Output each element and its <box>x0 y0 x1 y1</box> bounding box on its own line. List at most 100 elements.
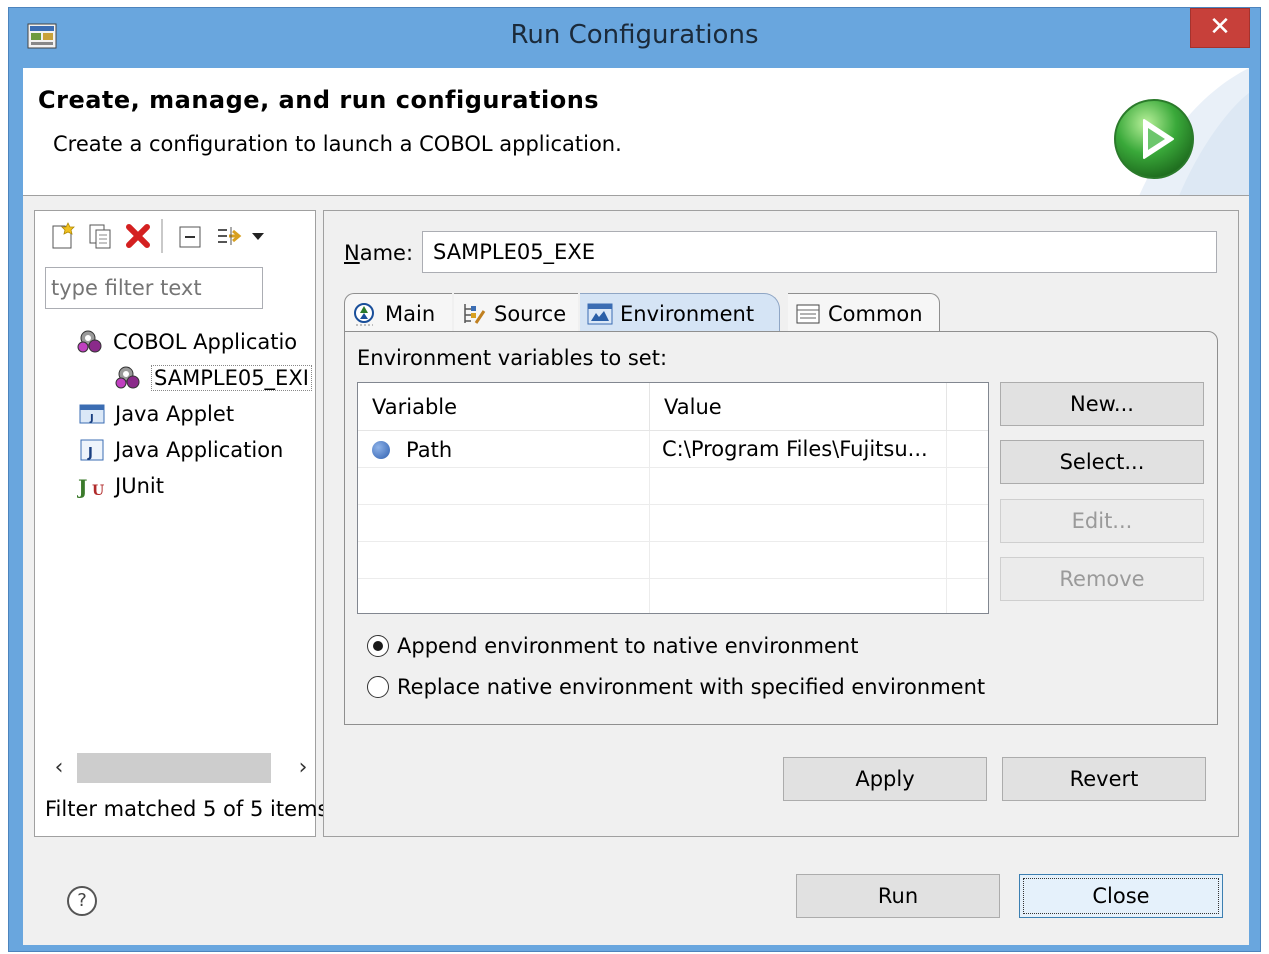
name-label-rest: ame: <box>359 241 414 265</box>
config-toolbar <box>43 215 313 255</box>
title-bar[interactable]: Run Configurations ✕ <box>9 8 1260 68</box>
column-header-variable[interactable]: Variable <box>358 383 650 431</box>
scroll-thumb[interactable] <box>77 753 271 783</box>
tab-strip: Main Source Environment Common <box>344 291 1218 333</box>
append-environment-radio[interactable]: Append environment to native environment <box>367 634 858 658</box>
tab-label: Source <box>494 301 567 326</box>
svg-text:J: J <box>89 413 94 424</box>
edit-variable-button[interactable]: Edit... <box>1000 499 1204 543</box>
tree-item-cobol-application[interactable]: COBOL Applicatio <box>75 325 297 359</box>
banner-description: Create a configuration to launch a COBOL… <box>53 132 622 156</box>
new-launch-config-icon[interactable] <box>47 221 77 251</box>
filter-configs-icon[interactable] <box>215 221 245 251</box>
table-cell-filler <box>947 431 988 468</box>
config-tab-folder: Main Source Environment Common Environme… <box>344 291 1218 725</box>
focus-ring <box>1023 878 1219 914</box>
main-tab-icon <box>354 302 374 325</box>
tab-main[interactable]: Main <box>344 293 452 333</box>
svg-text:J: J <box>87 446 93 461</box>
tab-source[interactable]: Source <box>454 293 578 333</box>
toolbar-separator <box>161 219 163 253</box>
table-cell-empty <box>947 542 988 579</box>
java-application-icon: J <box>80 439 104 461</box>
tree-horizontal-scrollbar[interactable]: ‹ › <box>43 751 313 787</box>
scroll-right-arrow-icon[interactable]: › <box>287 751 319 787</box>
table-cell-empty <box>650 505 947 542</box>
tree-item-label: Java Applet <box>115 402 235 426</box>
tree-item-label: JUnit <box>115 474 164 498</box>
dialog-header-banner: Create, manage, and run configurations C… <box>23 68 1249 196</box>
variable-name: Path <box>406 437 453 462</box>
environment-tab-content: Environment variables to set: Variable V… <box>344 331 1218 725</box>
table-cell-empty <box>358 468 650 505</box>
run-configurations-window: Run Configurations ✕ Create, manage, and… <box>8 7 1261 952</box>
window-title: Run Configurations <box>510 20 759 50</box>
radio-button-checked[interactable] <box>367 635 389 657</box>
tab-label: Main <box>385 301 436 326</box>
junit-icon: J U <box>77 475 104 499</box>
column-header-value[interactable]: Value <box>650 383 947 431</box>
table-cell-empty <box>947 468 988 505</box>
dialog-client-area: Create, manage, and run configurations C… <box>23 68 1249 945</box>
run-button[interactable]: Run <box>796 874 1000 918</box>
environment-tab-icon <box>587 303 613 324</box>
tree-item-label: SAMPLE05_EXI <box>151 365 312 391</box>
cobol-config-icon <box>115 366 140 389</box>
configuration-editor-panel: Name: Main <box>323 210 1239 837</box>
tree-item-label: Java Application <box>115 438 284 462</box>
variable-bullet-icon <box>372 440 390 459</box>
svg-text:U: U <box>92 483 104 499</box>
table-row-empty <box>358 579 988 613</box>
table-row-empty <box>358 542 988 579</box>
filter-status-text: Filter matched 5 of 5 items <box>45 797 329 821</box>
env-vars-table[interactable]: Variable Value Path C:\Program Files\Fuj… <box>357 382 989 614</box>
common-tab-icon <box>796 304 820 323</box>
remove-variable-button[interactable]: Remove <box>1000 557 1204 601</box>
table-row-empty <box>358 505 988 542</box>
configuration-list-panel: COBOL Applicatio SAMPLE05_EXI J <box>34 210 328 837</box>
tab-environment[interactable]: Environment <box>580 293 780 333</box>
close-button[interactable]: Close <box>1019 874 1223 918</box>
tree-item-java-application[interactable]: J Java Application <box>77 433 283 467</box>
tree-item-sample05-exe[interactable]: SAMPLE05_EXI <box>113 361 312 395</box>
duplicate-config-icon[interactable] <box>85 221 115 251</box>
table-cell-empty <box>947 579 988 613</box>
table-cell-value: C:\Program Files\Fujitsu... <box>650 431 947 468</box>
table-row[interactable]: Path C:\Program Files\Fujitsu... <box>358 431 988 468</box>
svg-text:J: J <box>77 475 87 499</box>
banner-title: Create, manage, and run configurations <box>38 86 600 114</box>
table-cell-empty <box>947 505 988 542</box>
table-cell-empty <box>358 505 650 542</box>
tab-label: Common <box>828 301 923 326</box>
filter-input[interactable] <box>45 267 263 309</box>
table-cell-empty <box>650 542 947 579</box>
cobol-app-icon <box>77 330 102 353</box>
radio-button-unchecked[interactable] <box>367 676 389 698</box>
new-variable-button[interactable]: New... <box>1000 382 1204 426</box>
table-cell-empty <box>650 468 947 505</box>
column-header-filler <box>947 383 988 431</box>
config-name-field[interactable] <box>422 231 1217 273</box>
window-close-button[interactable]: ✕ <box>1190 8 1250 48</box>
tree-item-junit[interactable]: J U JUnit <box>77 469 164 503</box>
view-menu-chevron-icon[interactable] <box>249 221 267 251</box>
run-badge-icon <box>1114 99 1194 179</box>
collapse-all-icon[interactable] <box>175 221 205 251</box>
table-cell-empty <box>650 579 947 613</box>
scroll-left-arrow-icon[interactable]: ‹ <box>43 751 75 787</box>
tab-label: Environment <box>620 301 755 326</box>
replace-environment-radio[interactable]: Replace native environment with specifie… <box>367 675 985 699</box>
radio-label: Replace native environment with specifie… <box>397 675 986 699</box>
configuration-tree: COBOL Applicatio SAMPLE05_EXI J Java App… <box>35 319 315 759</box>
delete-config-icon[interactable] <box>123 221 153 251</box>
tree-item-java-applet[interactable]: J Java Applet <box>77 397 234 431</box>
help-icon[interactable]: ? <box>67 886 97 916</box>
table-cell-empty <box>358 579 650 613</box>
env-vars-label: Environment variables to set: <box>357 346 668 370</box>
apply-button[interactable]: Apply <box>783 757 987 801</box>
tab-common[interactable]: Common <box>788 293 940 333</box>
java-applet-icon: J <box>79 404 105 424</box>
radio-label: Append environment to native environment <box>397 634 859 658</box>
select-variable-button[interactable]: Select... <box>1000 440 1204 484</box>
revert-button[interactable]: Revert <box>1002 757 1206 801</box>
